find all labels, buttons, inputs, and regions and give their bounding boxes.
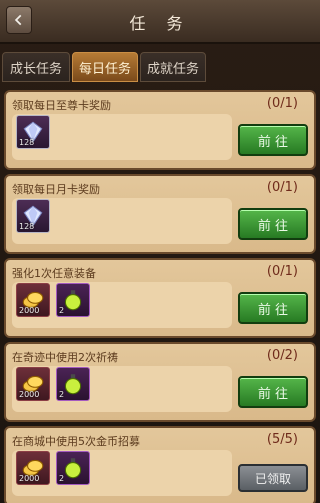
task-title: 领取每日月卡奖励: [12, 183, 100, 196]
reward-qty: 128: [19, 138, 35, 147]
task-card: 在商城中使用5次金币招募 (5/5) 2000 2 已领取: [4, 426, 316, 503]
title-bar: 任 务: [0, 0, 320, 44]
task-title: 强化1次任意装备: [12, 267, 96, 280]
reward-item: 2000: [16, 367, 50, 401]
page-title: 任 务: [129, 14, 191, 33]
reward-area: 128: [12, 114, 232, 160]
reward-item: 2: [56, 283, 90, 317]
reward-area: 2000 2: [12, 366, 232, 412]
task-card: 领取每日月卡奖励 (0/1) 128 前 往: [4, 174, 316, 254]
task-tabs: 成长任务 每日任务 成就任务: [0, 52, 320, 82]
task-list: 领取每日至尊卡奖励 (0/1) 128 前 往 领取每日月卡奖励 (0/1) 1…: [4, 86, 316, 503]
go-button[interactable]: 前 往: [238, 292, 308, 324]
reward-qty: 2: [59, 306, 65, 315]
task-title: 在奇迹中使用2次祈祷: [12, 351, 118, 364]
reward-item: 2000: [16, 283, 50, 317]
reward-area: 128: [12, 198, 232, 244]
reward-qty: 2000: [19, 390, 40, 399]
go-button[interactable]: 前 往: [238, 208, 308, 240]
task-card: 领取每日至尊卡奖励 (0/1) 128 前 往: [4, 90, 316, 170]
task-card: 在奇迹中使用2次祈祷 (0/2) 2000 2 前 往: [4, 342, 316, 422]
reward-area: 2000 2: [12, 282, 232, 328]
reward-qty: 2: [59, 474, 65, 483]
reward-item: 2000: [16, 451, 50, 485]
task-title: 在商城中使用5次金币招募: [12, 435, 140, 448]
task-progress: (0/1): [266, 264, 298, 279]
task-title: 领取每日至尊卡奖励: [12, 99, 111, 112]
tab-daily-tasks[interactable]: 每日任务: [72, 52, 138, 82]
task-progress: (5/5): [266, 432, 298, 447]
go-button[interactable]: 前 往: [238, 124, 308, 156]
tab-growth-tasks[interactable]: 成长任务: [2, 52, 70, 82]
reward-qty: 128: [19, 222, 35, 231]
reward-qty: 2000: [19, 474, 40, 483]
reward-item: 128: [16, 115, 50, 149]
reward-qty: 2: [59, 390, 65, 399]
tab-achievement-tasks[interactable]: 成就任务: [140, 52, 206, 82]
task-card: 强化1次任意装备 (0/1) 2000 2 前 往: [4, 258, 316, 338]
task-progress: (0/2): [266, 348, 298, 363]
go-button[interactable]: 前 往: [238, 376, 308, 408]
task-progress: (0/1): [266, 96, 298, 111]
reward-qty: 2000: [19, 306, 40, 315]
reward-area: 2000 2: [12, 450, 232, 496]
task-screen: 任 务 成长任务 每日任务 成就任务 领取每日至尊卡奖励 (0/1) 128 前…: [0, 0, 320, 503]
reward-item: 128: [16, 199, 50, 233]
claimed-button[interactable]: 已领取: [238, 464, 308, 492]
reward-item: 2: [56, 451, 90, 485]
task-progress: (0/1): [266, 180, 298, 195]
reward-item: 2: [56, 367, 90, 401]
